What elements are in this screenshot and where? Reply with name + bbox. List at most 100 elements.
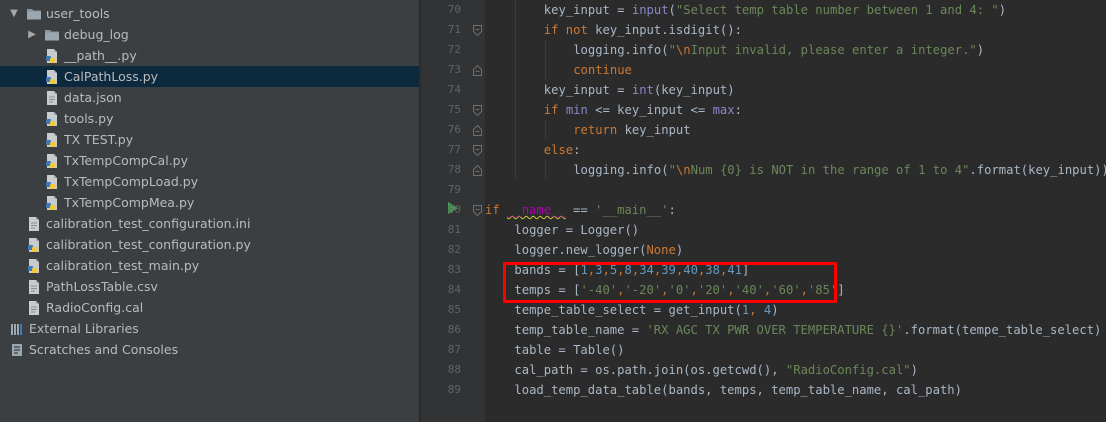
file-icon <box>26 216 42 232</box>
tree-item[interactable]: RadioConfig.cal <box>0 297 419 318</box>
indent-guide <box>515 140 517 160</box>
tree-item[interactable]: Scratches and Consoles <box>0 339 419 360</box>
code-token: <= key_input <= <box>587 103 713 117</box>
tree-item[interactable]: calibration_test_configuration.py <box>0 234 419 255</box>
tree-item[interactable]: CalPathLoss.py <box>0 66 419 87</box>
code-line[interactable]: logging.info("\nNum {0} is NOT in the ra… <box>573 160 1106 180</box>
python-file-icon <box>44 132 60 148</box>
line-number: 73 <box>447 63 461 76</box>
code-line[interactable]: key_input = int(key_input) <box>544 80 735 100</box>
code-token: return <box>573 123 625 137</box>
tree-item-label: calibration_test_main.py <box>46 258 200 273</box>
line-number: 80 <box>447 203 461 216</box>
line-number: 77 <box>447 143 461 156</box>
code-token: \n <box>675 163 691 177</box>
indent-guide <box>515 40 517 60</box>
tree-item-label: RadioConfig.cal <box>46 300 144 315</box>
code-line[interactable]: logger = Logger() <box>514 220 639 240</box>
tree-item-label: TxTempCompMea.py <box>64 195 195 210</box>
chevron-down-icon[interactable]: ▼ <box>8 3 20 24</box>
code-token: input <box>631 3 669 17</box>
code-line[interactable]: else: <box>544 140 581 160</box>
folder-icon <box>44 27 60 43</box>
tree-item[interactable]: External Libraries <box>0 318 419 339</box>
code-line[interactable]: load_temp_data_table(bands, temps, temp_… <box>514 380 962 400</box>
code-line[interactable]: logger.new_logger(None) <box>514 240 683 260</box>
tree-item[interactable]: calibration_test_configuration.ini <box>0 213 419 234</box>
code-line[interactable]: table = Table() <box>514 340 624 360</box>
line-number: 85 <box>447 303 461 316</box>
line-number: 71 <box>447 23 461 36</box>
code-token: if <box>485 203 508 217</box>
indent-guide <box>515 60 517 80</box>
code-token: ] <box>837 283 845 297</box>
tree-item[interactable]: tools.py <box>0 108 419 129</box>
code-line[interactable]: logging.info("\nInput invalid, please en… <box>573 40 984 60</box>
code-token: : <box>668 203 676 217</box>
code-token: logging.info( <box>573 43 669 57</box>
fold-start-icon[interactable] <box>473 145 482 156</box>
line-number: 82 <box>447 243 461 256</box>
line-number: 76 <box>447 123 461 136</box>
indent-guide <box>515 160 517 180</box>
chevron-right-icon[interactable]: ▶ <box>26 24 38 45</box>
fold-start-icon[interactable] <box>473 205 482 216</box>
tree-item[interactable]: data.json <box>0 87 419 108</box>
code-line[interactable]: if not key_input.isdigit(): <box>544 20 742 40</box>
code-line[interactable]: if min <= key_input <= max: <box>544 100 742 120</box>
tree-item[interactable]: ▶ debug_log <box>0 24 419 45</box>
code-token: tempe_table_select = get_input( <box>514 303 742 317</box>
python-file-icon <box>44 111 60 127</box>
line-number: 74 <box>447 83 461 96</box>
tree-item-label: user_tools <box>46 6 110 21</box>
code-token: : <box>734 103 742 117</box>
code-token: Num {0} is NOT in the range of 1 to 4" <box>690 163 970 177</box>
file-icon <box>26 279 42 295</box>
fold-start-icon[interactable] <box>473 105 482 116</box>
code-token: key_input = <box>543 83 632 97</box>
code-line[interactable]: tempe_table_select = get_input(1, 4) <box>514 300 778 320</box>
editor-gutter: 70 71 72 73 74 75 76 77 78 79 80 81 82 83 84 85 86 87 88 89 <box>421 0 485 422</box>
fold-end-icon[interactable] <box>473 65 482 76</box>
code-token: "RadioConfig.cal" <box>785 363 911 377</box>
tree-item[interactable]: calibration_test_main.py <box>0 255 419 276</box>
line-number: 70 <box>447 3 461 16</box>
tree-item[interactable]: ▼ user_tools <box>0 3 419 24</box>
code-token: logger = Logger() <box>514 223 640 237</box>
tree-item-label: calibration_test_configuration.ini <box>46 216 251 231</box>
tree-item[interactable]: TX TEST.py <box>0 129 419 150</box>
code-line[interactable]: key_input = input("Select temp table num… <box>544 0 1006 20</box>
code-line[interactable]: temp_table_name = 'RX AGC TX PWR OVER TE… <box>514 320 1101 340</box>
code-token: == <box>565 203 596 217</box>
tree-item[interactable]: TxTempCompMea.py <box>0 192 419 213</box>
fold-end-icon[interactable] <box>473 125 482 136</box>
python-file-icon <box>44 153 60 169</box>
fold-end-icon[interactable] <box>473 165 482 176</box>
code-token: if not <box>543 23 596 37</box>
code-token: else <box>543 143 574 157</box>
scratches-icon <box>9 342 25 358</box>
python-file-icon <box>44 174 60 190</box>
code-editor[interactable]: key_input = input("Select temp table num… <box>485 0 1106 422</box>
code-line[interactable]: return key_input <box>573 120 690 140</box>
code-line[interactable]: if __name__ == '__main__': <box>485 200 676 220</box>
python-file-icon <box>26 237 42 253</box>
code-token: ) <box>976 43 985 57</box>
python-file-icon <box>44 195 60 211</box>
code-token: __name__ <box>507 203 566 217</box>
code-line[interactable]: cal_path = os.path.join(os.getcwd(), "Ra… <box>514 360 918 380</box>
code-token: , <box>749 303 764 317</box>
code-token: logger.new_logger( <box>514 243 647 257</box>
fold-start-icon[interactable] <box>473 25 482 36</box>
indent-guide <box>544 40 546 60</box>
code-token: ) <box>910 363 918 377</box>
tree-item[interactable]: __path__.py <box>0 45 419 66</box>
line-number: 75 <box>447 103 461 116</box>
tree-item[interactable]: TxTempCompLoad.py <box>0 171 419 192</box>
code-token: logging.info( <box>573 163 669 177</box>
code-token: ) <box>675 243 684 257</box>
code-line[interactable]: continue <box>573 60 632 80</box>
tree-item[interactable]: PathLossTable.csv <box>0 276 419 297</box>
tree-item-label: CalPathLoss.py <box>64 69 159 84</box>
tree-item[interactable]: TxTempCompCal.py <box>0 150 419 171</box>
